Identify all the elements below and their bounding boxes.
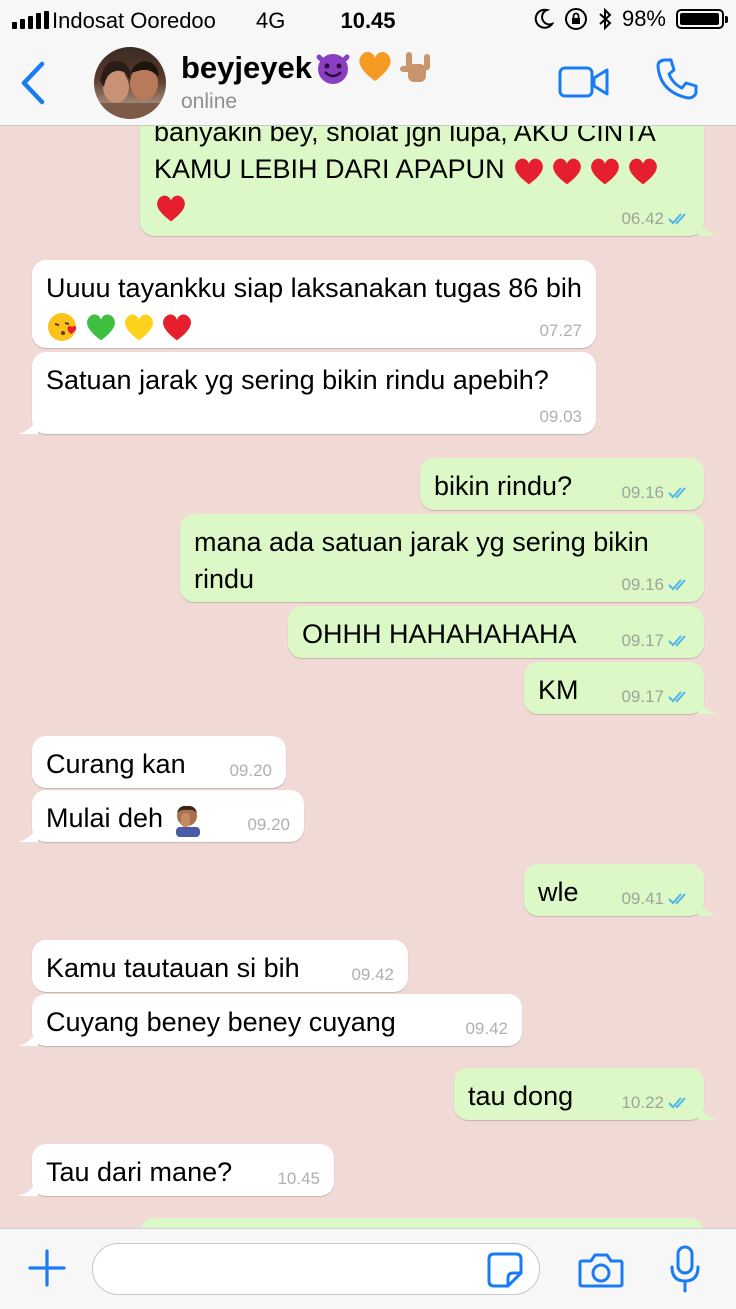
- message-bubble-outgoing-partial[interactable]: [140, 1218, 704, 1228]
- phone-icon[interactable]: [654, 56, 700, 102]
- bubble-tail: [18, 1026, 38, 1046]
- message-time: 06.42: [621, 209, 664, 228]
- red-heart-icon: [629, 158, 657, 185]
- message-bubble-outgoing[interactable]: bikin rindu? 09.16: [420, 458, 704, 510]
- message-text: tau dong: [468, 1081, 574, 1111]
- bubble-tail: [698, 896, 718, 916]
- double-check-read-icon: [668, 635, 686, 647]
- chevron-left-icon[interactable]: [14, 58, 54, 108]
- message-text: Cuyang beney beney cuyang: [46, 1007, 396, 1037]
- camera-icon[interactable]: [578, 1251, 624, 1289]
- message-time: 10.45: [277, 1169, 320, 1188]
- bubble-tail: [18, 1176, 38, 1196]
- red-heart-icon: [163, 314, 191, 341]
- double-check-read-icon: [668, 579, 686, 591]
- message-bubble-incoming[interactable]: Curang kan 09.20: [32, 736, 286, 788]
- message-text: Mulai deh: [46, 803, 164, 833]
- message-text: bikin rindu?: [434, 471, 573, 501]
- avatar[interactable]: [94, 47, 166, 119]
- video-camera-icon[interactable]: [558, 66, 610, 98]
- message-text: OHHH HAHAHAHAHA: [302, 619, 577, 649]
- message-bubble-incoming[interactable]: Satuan jarak yg sering bikin rindu apebi…: [18, 352, 596, 434]
- double-check-read-icon: [668, 487, 686, 499]
- message-bubble-outgoing[interactable]: banyakin bey, sholat jgn lupa, AKU CINTA…: [140, 126, 718, 236]
- message-time: 10.22: [621, 1093, 664, 1112]
- message-list[interactable]: banyakin bey, sholat jgn lupa, AKU CINTA…: [0, 126, 736, 1228]
- message-text: mana ada satuan jarak yg sering bikin ri…: [194, 527, 649, 594]
- face-blowing-kiss-icon: [48, 312, 77, 341]
- battery-percent: 98%: [621, 6, 666, 31]
- orange-heart-icon: [359, 52, 391, 81]
- message-time: 07.27: [539, 321, 582, 340]
- microphone-icon[interactable]: [668, 1245, 702, 1293]
- message-bubble-incoming[interactable]: Cuyang beney beney cuyang 09.42: [18, 994, 522, 1046]
- message-bubble-incoming[interactable]: Uuuu tayankku siap laksanakan tugas 86 b…: [32, 260, 596, 348]
- contact-name[interactable]: beyjeyek: [181, 50, 312, 86]
- bubble-tail: [18, 414, 38, 434]
- message-time: 09.17: [621, 687, 664, 706]
- yellow-heart-icon: [125, 314, 153, 341]
- person-facepalming-icon: [175, 805, 200, 837]
- double-check-read-icon: [668, 1097, 686, 1109]
- sticker-icon[interactable]: [486, 1251, 524, 1289]
- message-bubble-outgoing[interactable]: tau dong 10.22: [454, 1068, 718, 1120]
- message-time: 09.16: [621, 483, 664, 502]
- message-input-bar: [0, 1228, 736, 1309]
- message-text: Curang kan: [46, 749, 186, 779]
- message-time: 09.03: [539, 407, 582, 426]
- message-bubble-incoming[interactable]: Kamu tautauan si bih 09.42: [32, 940, 408, 992]
- message-time: 09.20: [247, 815, 290, 834]
- red-heart-icon: [591, 158, 619, 185]
- smiling-devil-emoji-icon: [316, 54, 350, 84]
- plus-icon[interactable]: [28, 1249, 66, 1287]
- message-time: 09.42: [465, 1019, 508, 1038]
- red-heart-icon: [553, 158, 581, 185]
- moon-icon: [534, 8, 554, 29]
- rock-on-hand-icon: [400, 52, 430, 82]
- message-bubble-incoming[interactable]: Tau dari mane? 10.45: [18, 1144, 334, 1196]
- status-bar: Indosat Ooredoo 4G 10.45 98%: [0, 0, 736, 40]
- contact-name-emojis: [314, 48, 436, 86]
- message-bubble-outgoing[interactable]: wle 09.41: [524, 864, 718, 916]
- bubble-tail: [698, 1100, 718, 1120]
- chat-header: beyjeyek online: [0, 40, 736, 126]
- bluetooth-icon: [599, 7, 612, 31]
- contact-status: online: [181, 90, 238, 113]
- message-input[interactable]: [92, 1243, 540, 1295]
- double-check-read-icon: [668, 893, 686, 905]
- red-heart-icon: [157, 195, 185, 222]
- message-text: Tau dari mane?: [46, 1157, 233, 1187]
- message-time: 09.41: [621, 889, 664, 908]
- message-bubble-outgoing[interactable]: KM 09.17: [524, 662, 718, 714]
- message-text: Kamu tautauan si bih: [46, 953, 300, 983]
- message-time: 09.17: [621, 631, 664, 650]
- double-check-read-icon: [668, 213, 686, 225]
- bubble-tail: [698, 694, 718, 714]
- message-bubble-outgoing[interactable]: mana ada satuan jarak yg sering bikin ri…: [180, 514, 704, 602]
- message-text: KM: [538, 675, 579, 705]
- message-text: wle: [538, 877, 579, 907]
- message-time: 09.42: [351, 965, 394, 984]
- message-time: 09.16: [621, 575, 664, 594]
- green-heart-icon: [87, 314, 115, 341]
- red-heart-icon: [515, 158, 543, 185]
- message-bubble-incoming[interactable]: Mulai deh 09.20: [18, 790, 304, 842]
- message-time: 09.20: [229, 761, 272, 780]
- message-text: Uuuu tayankku siap laksanakan tugas 86 b…: [46, 273, 582, 303]
- bubble-tail: [698, 216, 718, 236]
- orientation-lock-icon: [564, 8, 587, 30]
- message-text: Satuan jarak yg sering bikin rindu apebi…: [46, 365, 549, 395]
- double-check-read-icon: [668, 691, 686, 703]
- battery-icon: [676, 9, 728, 29]
- bubble-tail: [18, 822, 38, 842]
- message-bubble-outgoing[interactable]: OHHH HAHAHAHAHA 09.17: [288, 606, 704, 658]
